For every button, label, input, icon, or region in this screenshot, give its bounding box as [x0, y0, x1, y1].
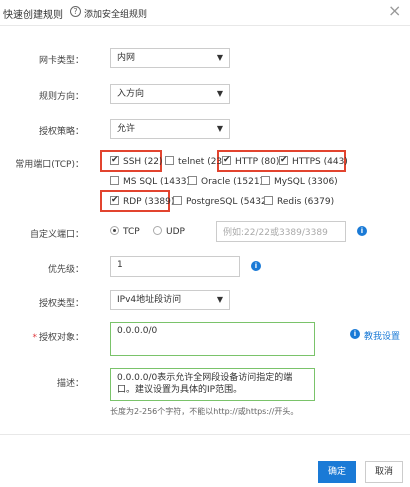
- description-hint: 长度为2-256个字符，不能以http://或https://开头。: [110, 407, 299, 416]
- chevron-down-icon: ▼: [216, 295, 223, 304]
- auth-object-label: * 授权对象：: [32, 333, 84, 343]
- direction-label: 规则方向：: [38, 92, 84, 102]
- common-ports-label: 常用端口(TCP)：: [15, 160, 84, 170]
- cancel-button[interactable]: 取消: [365, 461, 403, 483]
- checkbox-icon: [261, 176, 270, 185]
- info-icon[interactable]: i: [350, 329, 360, 339]
- policy-label: 授权策略：: [38, 127, 84, 137]
- custom-port-label: 自定义端口：: [29, 230, 84, 240]
- checkbox-icon: [165, 156, 174, 165]
- description-textarea[interactable]: 0.0.0.0/0表示允许全网段设备访问指定的端口。建议设置为具体的IP范围。: [110, 368, 315, 401]
- auth-type-value: IPv4地址段访问: [117, 295, 182, 305]
- protocol-tcp-radio[interactable]: TCP: [110, 226, 140, 238]
- chevron-down-icon: ▼: [216, 89, 223, 98]
- port-https-checkbox[interactable]: HTTPS (443): [279, 154, 348, 168]
- chevron-down-icon: ▼: [216, 124, 223, 133]
- policy-select[interactable]: 允许 ▼: [110, 119, 230, 139]
- confirm-button[interactable]: 确定: [318, 461, 356, 483]
- checkbox-icon: [222, 154, 231, 166]
- port-http-checkbox[interactable]: HTTP (80): [222, 154, 279, 168]
- dialog-footer: 确定 取消: [0, 434, 410, 487]
- direction-value: 入方向: [117, 89, 145, 99]
- checkbox-icon: [264, 196, 273, 205]
- info-icon[interactable]: i: [251, 261, 261, 271]
- radio-icon: [110, 226, 119, 235]
- auth-type-label: 授权类型：: [38, 299, 84, 309]
- policy-value: 允许: [117, 124, 136, 134]
- quick-create-rule-dialog: 快速创建规则 ? 添加安全组规则 × 网卡类型： 内网 ▼ 规则方向： 入方向 …: [0, 0, 410, 487]
- custom-port-input[interactable]: 例如:22/22或3389/3389: [216, 221, 346, 242]
- checkbox-icon: [279, 154, 288, 166]
- checkbox-icon: [188, 176, 197, 185]
- description-label: 描述：: [56, 379, 84, 389]
- chevron-down-icon: ▼: [216, 53, 223, 62]
- port-mssql-checkbox[interactable]: MS SQL (1433): [110, 176, 190, 188]
- port-ssh-checkbox[interactable]: SSH (22): [110, 154, 163, 168]
- nic-type-label: 网卡类型：: [38, 56, 84, 66]
- port-postgresql-checkbox[interactable]: PostgreSQL (5432): [173, 196, 270, 208]
- port-oracle-checkbox[interactable]: Oracle (1521): [188, 176, 263, 188]
- direction-select[interactable]: 入方向 ▼: [110, 84, 230, 104]
- port-rdp-checkbox[interactable]: RDP (3389): [110, 194, 174, 208]
- help-icon[interactable]: ?: [70, 6, 81, 17]
- protocol-udp-radio[interactable]: UDP: [153, 226, 185, 238]
- checkbox-icon: [173, 196, 182, 205]
- dialog-header: 快速创建规则 ? 添加安全组规则 ×: [0, 0, 410, 26]
- close-icon[interactable]: ×: [388, 3, 401, 19]
- radio-icon: [153, 226, 162, 235]
- auth-type-select[interactable]: IPv4地址段访问 ▼: [110, 290, 230, 310]
- dialog-title: 快速创建规则: [3, 10, 63, 21]
- nic-type-value: 内网: [117, 53, 136, 63]
- port-mysql-checkbox[interactable]: MySQL (3306): [261, 176, 338, 188]
- port-redis-checkbox[interactable]: Redis (6379): [264, 196, 334, 208]
- priority-label: 优先级：: [47, 265, 84, 275]
- add-rule-help-link[interactable]: 添加安全组规则: [84, 7, 147, 20]
- port-telnet-checkbox[interactable]: telnet (23): [165, 156, 226, 168]
- nic-type-select[interactable]: 内网 ▼: [110, 48, 230, 68]
- info-icon[interactable]: i: [357, 226, 367, 236]
- teach-me-link[interactable]: 教我设置: [364, 329, 400, 342]
- auth-object-textarea[interactable]: 0.0.0.0/0: [110, 322, 315, 356]
- checkbox-icon: [110, 194, 119, 206]
- required-mark: *: [32, 333, 37, 343]
- checkbox-icon: [110, 154, 119, 166]
- checkbox-icon: [110, 176, 119, 185]
- priority-input[interactable]: 1: [110, 256, 240, 277]
